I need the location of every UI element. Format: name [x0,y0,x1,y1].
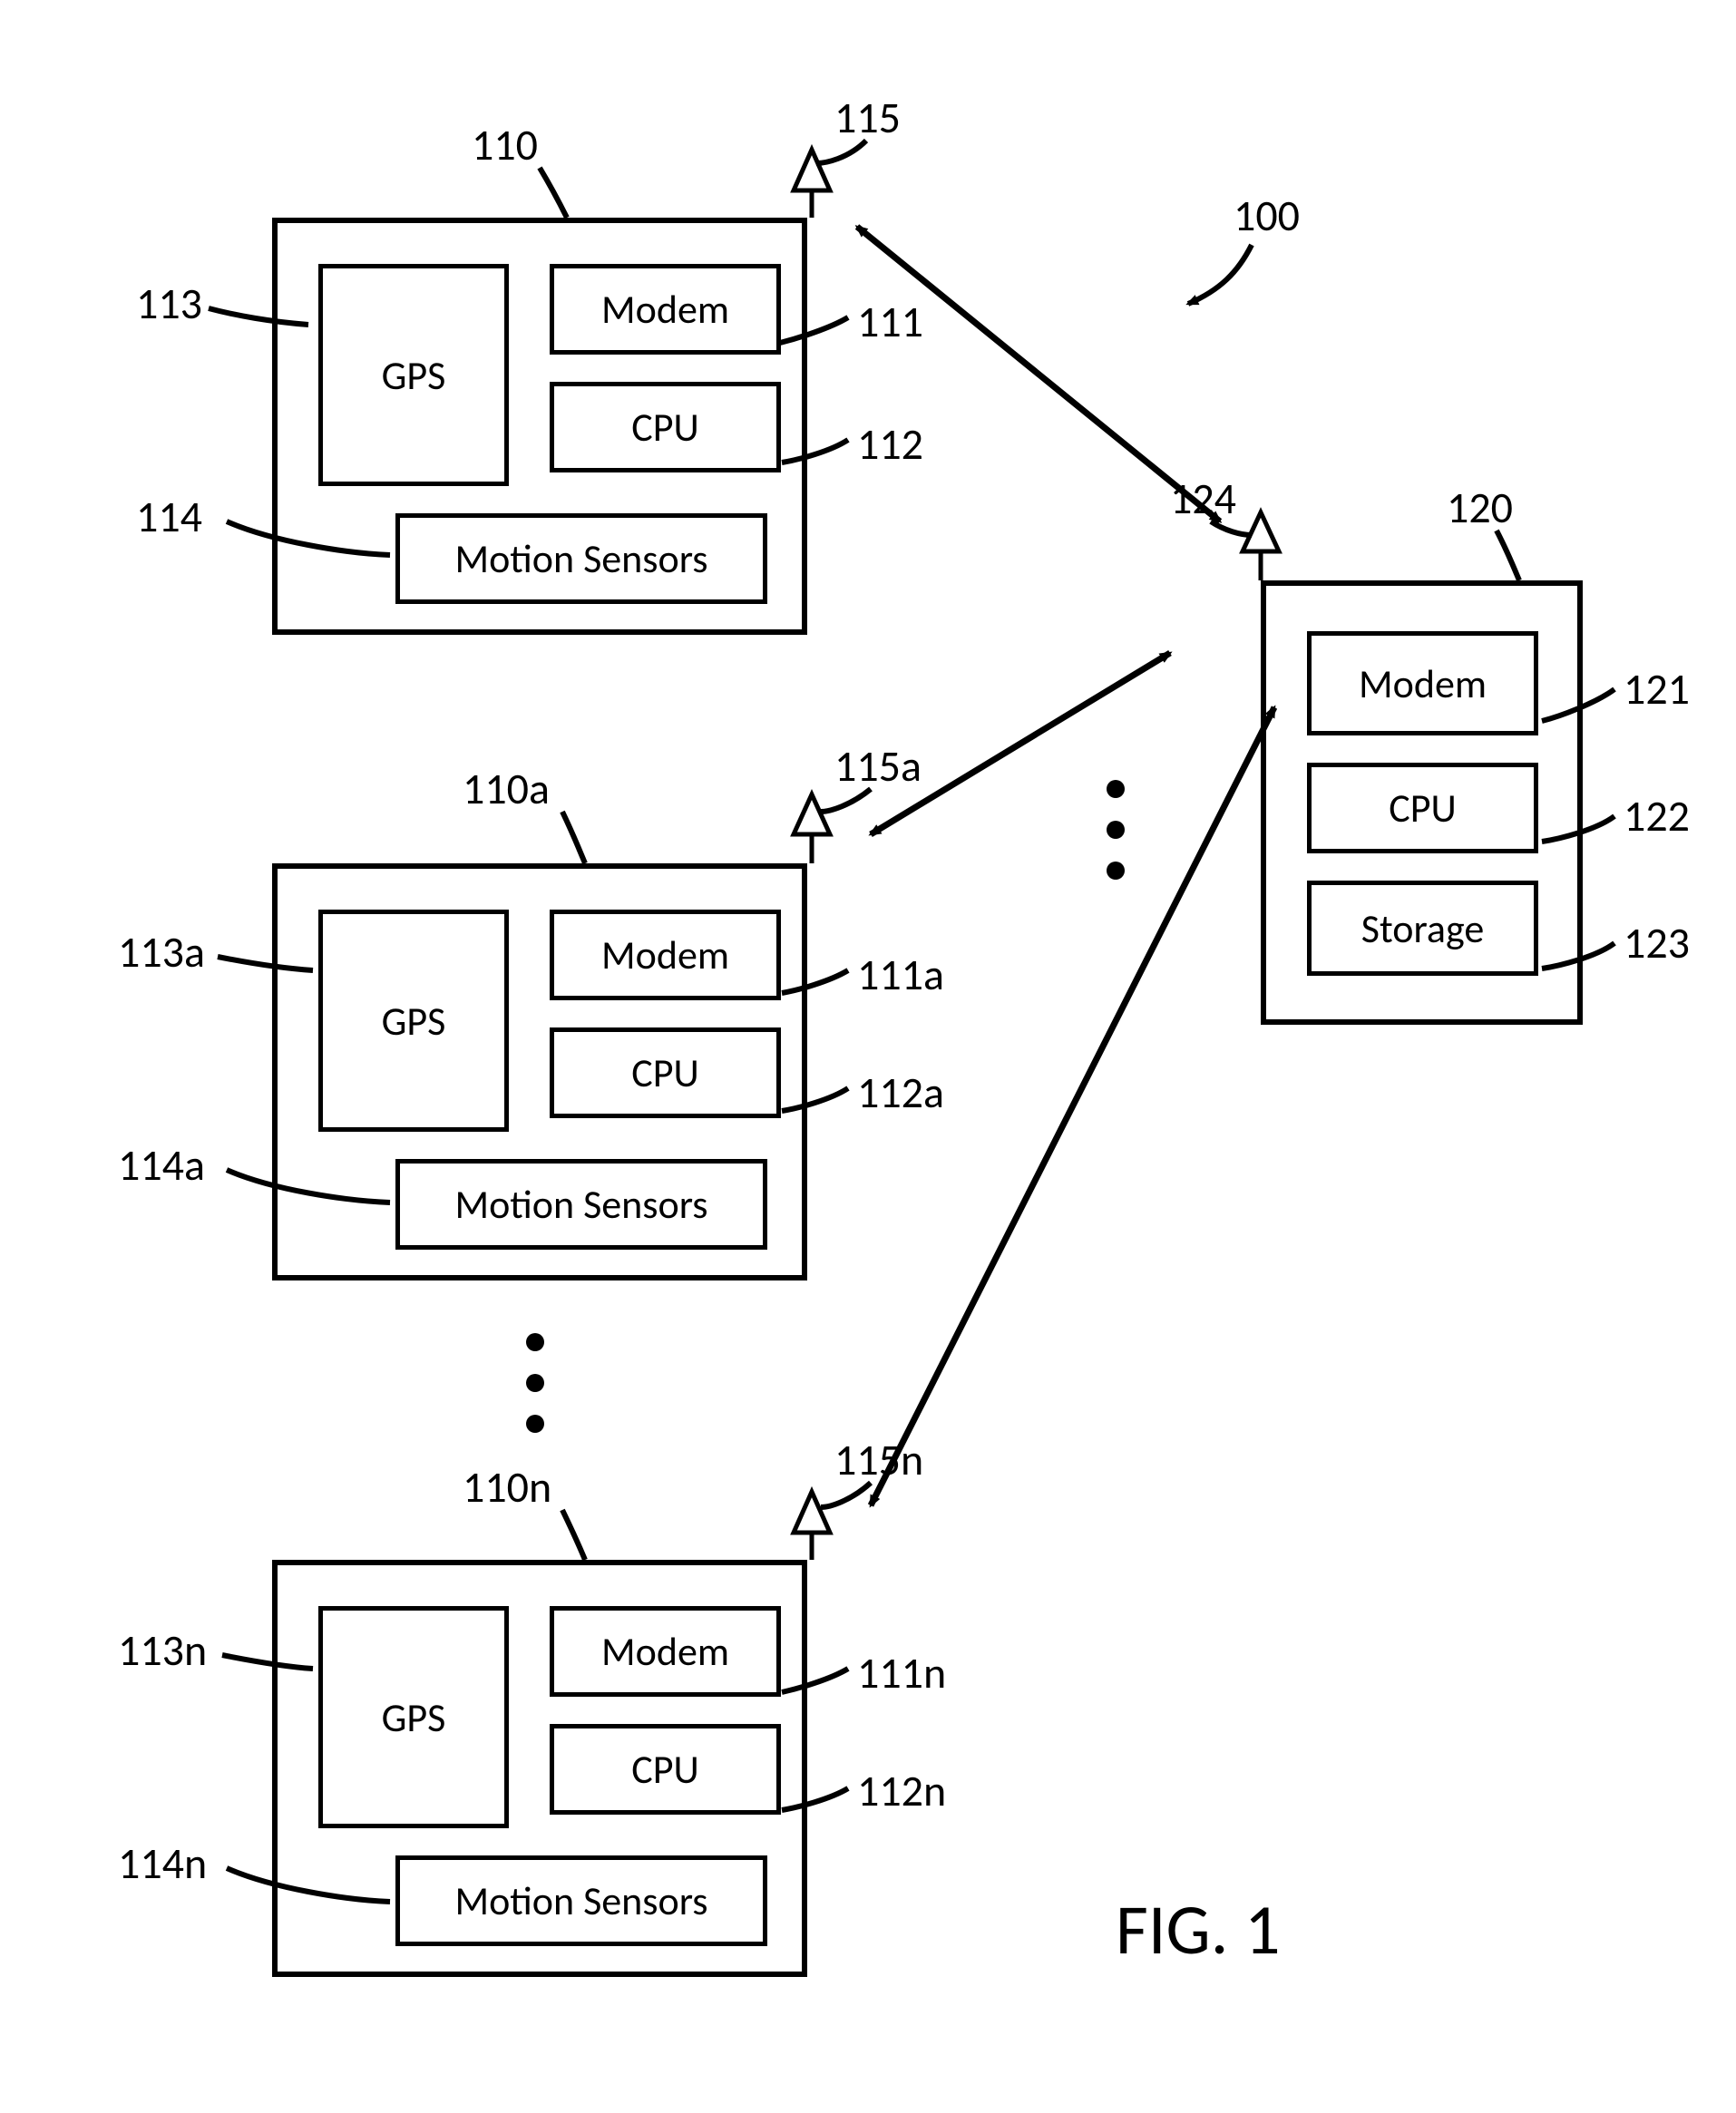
label-115n: 115n [834,1433,923,1486]
label-114: 114 [136,490,202,543]
label-110: 110 [472,118,538,171]
antenna-115a-icon [794,794,830,863]
cpu-label: CPU [631,403,698,452]
cpu-box-a: CPU [550,1027,781,1118]
motion-box-n: Motion Sensors [395,1855,767,1946]
server-cpu-box: CPU [1307,763,1538,853]
motion-box: Motion Sensors [395,513,767,604]
modem-box-n: Modem [550,1606,781,1697]
modem-box: Modem [550,264,781,355]
antenna-115n-icon [794,1492,830,1560]
server-120: Modem CPU Storage [1261,580,1583,1025]
cpu-box-n: CPU [550,1724,781,1815]
gps-box: GPS [318,264,509,486]
figure-1-diagram: GPS Modem CPU Motion Sensors GPS Modem C… [0,0,1736,2113]
hook-110 [540,168,567,218]
motion-label: Motion Sensors [454,534,707,583]
motion-label-n: Motion Sensors [454,1876,707,1925]
device-110: GPS Modem CPU Motion Sensors [272,218,807,635]
antenna-124-icon [1243,512,1279,580]
motion-label-a: Motion Sensors [454,1180,707,1229]
modem-label-n: Modem [601,1627,729,1676]
server-storage-label: Storage [1361,904,1484,953]
hook-115n [821,1483,871,1507]
cpu-box: CPU [550,382,781,472]
server-storage-box: Storage [1307,881,1538,976]
hook-110n [562,1510,585,1560]
label-124: 124 [1170,472,1236,525]
cpu-label-a: CPU [631,1048,698,1097]
server-modem-label: Modem [1359,659,1487,708]
label-115a: 115a [834,739,922,793]
label-112n: 112n [857,1764,946,1817]
antenna-115-icon [794,150,830,218]
comm-arrow-110 [857,227,1220,521]
label-123: 123 [1624,916,1690,969]
label-113: 113 [136,277,202,330]
label-111n: 111n [857,1646,946,1699]
figure-caption: FIG. 1 [1116,1886,1281,1972]
device-110n: GPS Modem CPU Motion Sensors [272,1560,807,1977]
modem-box-a: Modem [550,910,781,1000]
label-112a: 112a [857,1066,944,1119]
gps-label-n: GPS [382,1693,446,1742]
label-110a: 110a [463,762,550,815]
modem-label-a: Modem [601,930,729,979]
label-111: 111 [857,295,923,348]
hook-120 [1497,531,1519,580]
gps-label: GPS [382,351,446,400]
server-cpu-label: CPU [1389,784,1456,833]
label-120: 120 [1447,481,1513,534]
label-122: 122 [1624,789,1690,842]
motion-box-a: Motion Sensors [395,1159,767,1250]
cpu-label-n: CPU [631,1745,698,1794]
label-100: 100 [1234,189,1300,242]
pointer-100 [1188,245,1252,304]
label-113n: 113n [118,1623,207,1677]
gps-box-a: GPS [318,910,509,1132]
label-121: 121 [1624,662,1690,716]
label-114a: 114a [118,1138,205,1192]
label-114n: 114n [118,1836,207,1890]
ellipsis-devices-icon [526,1333,544,1433]
label-115: 115 [834,91,901,144]
ellipsis-links-icon [1107,780,1125,880]
gps-box-n: GPS [318,1606,509,1828]
gps-label-a: GPS [382,997,446,1046]
modem-label: Modem [601,285,729,334]
label-111a: 111a [857,948,944,1001]
label-112: 112 [857,417,923,471]
label-113a: 113a [118,925,205,979]
hook-110a [562,812,585,863]
server-modem-box: Modem [1307,631,1538,735]
label-110n: 110n [463,1460,551,1514]
device-110a: GPS Modem CPU Motion Sensors [272,863,807,1280]
